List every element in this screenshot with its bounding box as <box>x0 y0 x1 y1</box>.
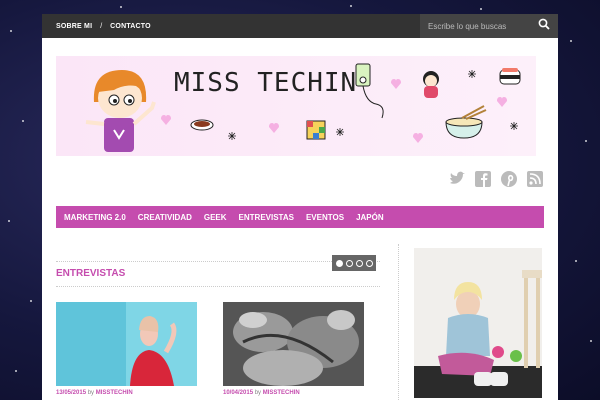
facebook-icon[interactable] <box>474 170 492 188</box>
topnav-contact-link[interactable]: CONTACTO <box>110 23 151 30</box>
heart-icon <box>413 133 423 143</box>
header-banner[interactable]: MISS TECHIN <box>56 56 536 156</box>
slider-dot[interactable] <box>345 259 353 267</box>
post-date: 13/05/2015 <box>56 390 87 396</box>
heart-icon <box>497 97 507 107</box>
post-meta: 13/05/2015 by MISSTECHIN <box>56 390 133 396</box>
sushi-icon <box>499 68 521 85</box>
slider-dot[interactable] <box>365 259 373 267</box>
nav-marketing[interactable]: MARKETING 2.0 <box>64 213 126 222</box>
girl-illustration <box>85 70 156 152</box>
top-nav: SOBRE MI / CONTACTO <box>56 23 151 30</box>
social-links <box>448 170 544 188</box>
column-divider <box>398 244 399 400</box>
post-thumbnail[interactable] <box>223 302 364 386</box>
slider-dot[interactable] <box>355 259 363 267</box>
search-box <box>420 14 558 38</box>
post-author-link[interactable]: MISSTECHIN <box>263 390 300 396</box>
heart-icon <box>391 79 401 89</box>
nav-creatividad[interactable]: CREATIVIDAD <box>138 213 192 222</box>
sparkle-icon <box>336 128 344 136</box>
heart-icon <box>161 115 171 125</box>
ramen-bowl-icon <box>445 105 487 139</box>
post-by: by <box>87 390 95 396</box>
twitter-icon[interactable] <box>448 170 466 188</box>
post-meta: 10/04/2015 by MISSTECHIN <box>223 390 300 396</box>
slider-pagination <box>332 255 376 271</box>
teacup-icon <box>190 119 214 131</box>
top-bar: SOBRE MI / CONTACTO <box>42 14 558 38</box>
nav-japon[interactable]: JAPÓN <box>356 213 384 222</box>
section-title: ENTREVISTAS <box>56 268 126 279</box>
pinterest-icon[interactable] <box>500 170 518 188</box>
main-nav: MARKETING 2.0 CREATIVIDAD GEEK ENTREVIST… <box>56 206 544 228</box>
nav-eventos[interactable]: EVENTOS <box>306 213 344 222</box>
ipod-icon <box>355 63 384 119</box>
divider <box>56 286 380 287</box>
sparkle-icon <box>228 132 236 140</box>
sidebar-photo[interactable] <box>414 248 542 398</box>
post-author-link[interactable]: MISSTECHIN <box>96 390 133 396</box>
sparkle-icon <box>468 70 476 78</box>
sparkle-icon <box>510 122 518 130</box>
search-input[interactable] <box>428 21 528 31</box>
search-icon[interactable] <box>538 17 550 35</box>
nav-entrevistas[interactable]: ENTREVISTAS <box>239 213 294 222</box>
heart-icon <box>269 123 279 133</box>
topnav-separator: / <box>100 22 103 30</box>
post-by: by <box>254 390 262 396</box>
site-title: MISS TECHIN <box>174 68 358 98</box>
slider-dot[interactable] <box>335 259 343 267</box>
rubiks-cube-icon <box>306 120 326 140</box>
page-container: SOBRE MI / CONTACTO MISS TECHIN <box>42 14 558 400</box>
nav-geek[interactable]: GEEK <box>204 213 227 222</box>
post-thumbnail[interactable] <box>56 302 197 386</box>
rss-icon[interactable] <box>526 170 544 188</box>
post-date: 10/04/2015 <box>223 390 254 396</box>
kokeshi-doll-icon <box>423 71 439 98</box>
topnav-about-link[interactable]: SOBRE MI <box>56 23 92 30</box>
